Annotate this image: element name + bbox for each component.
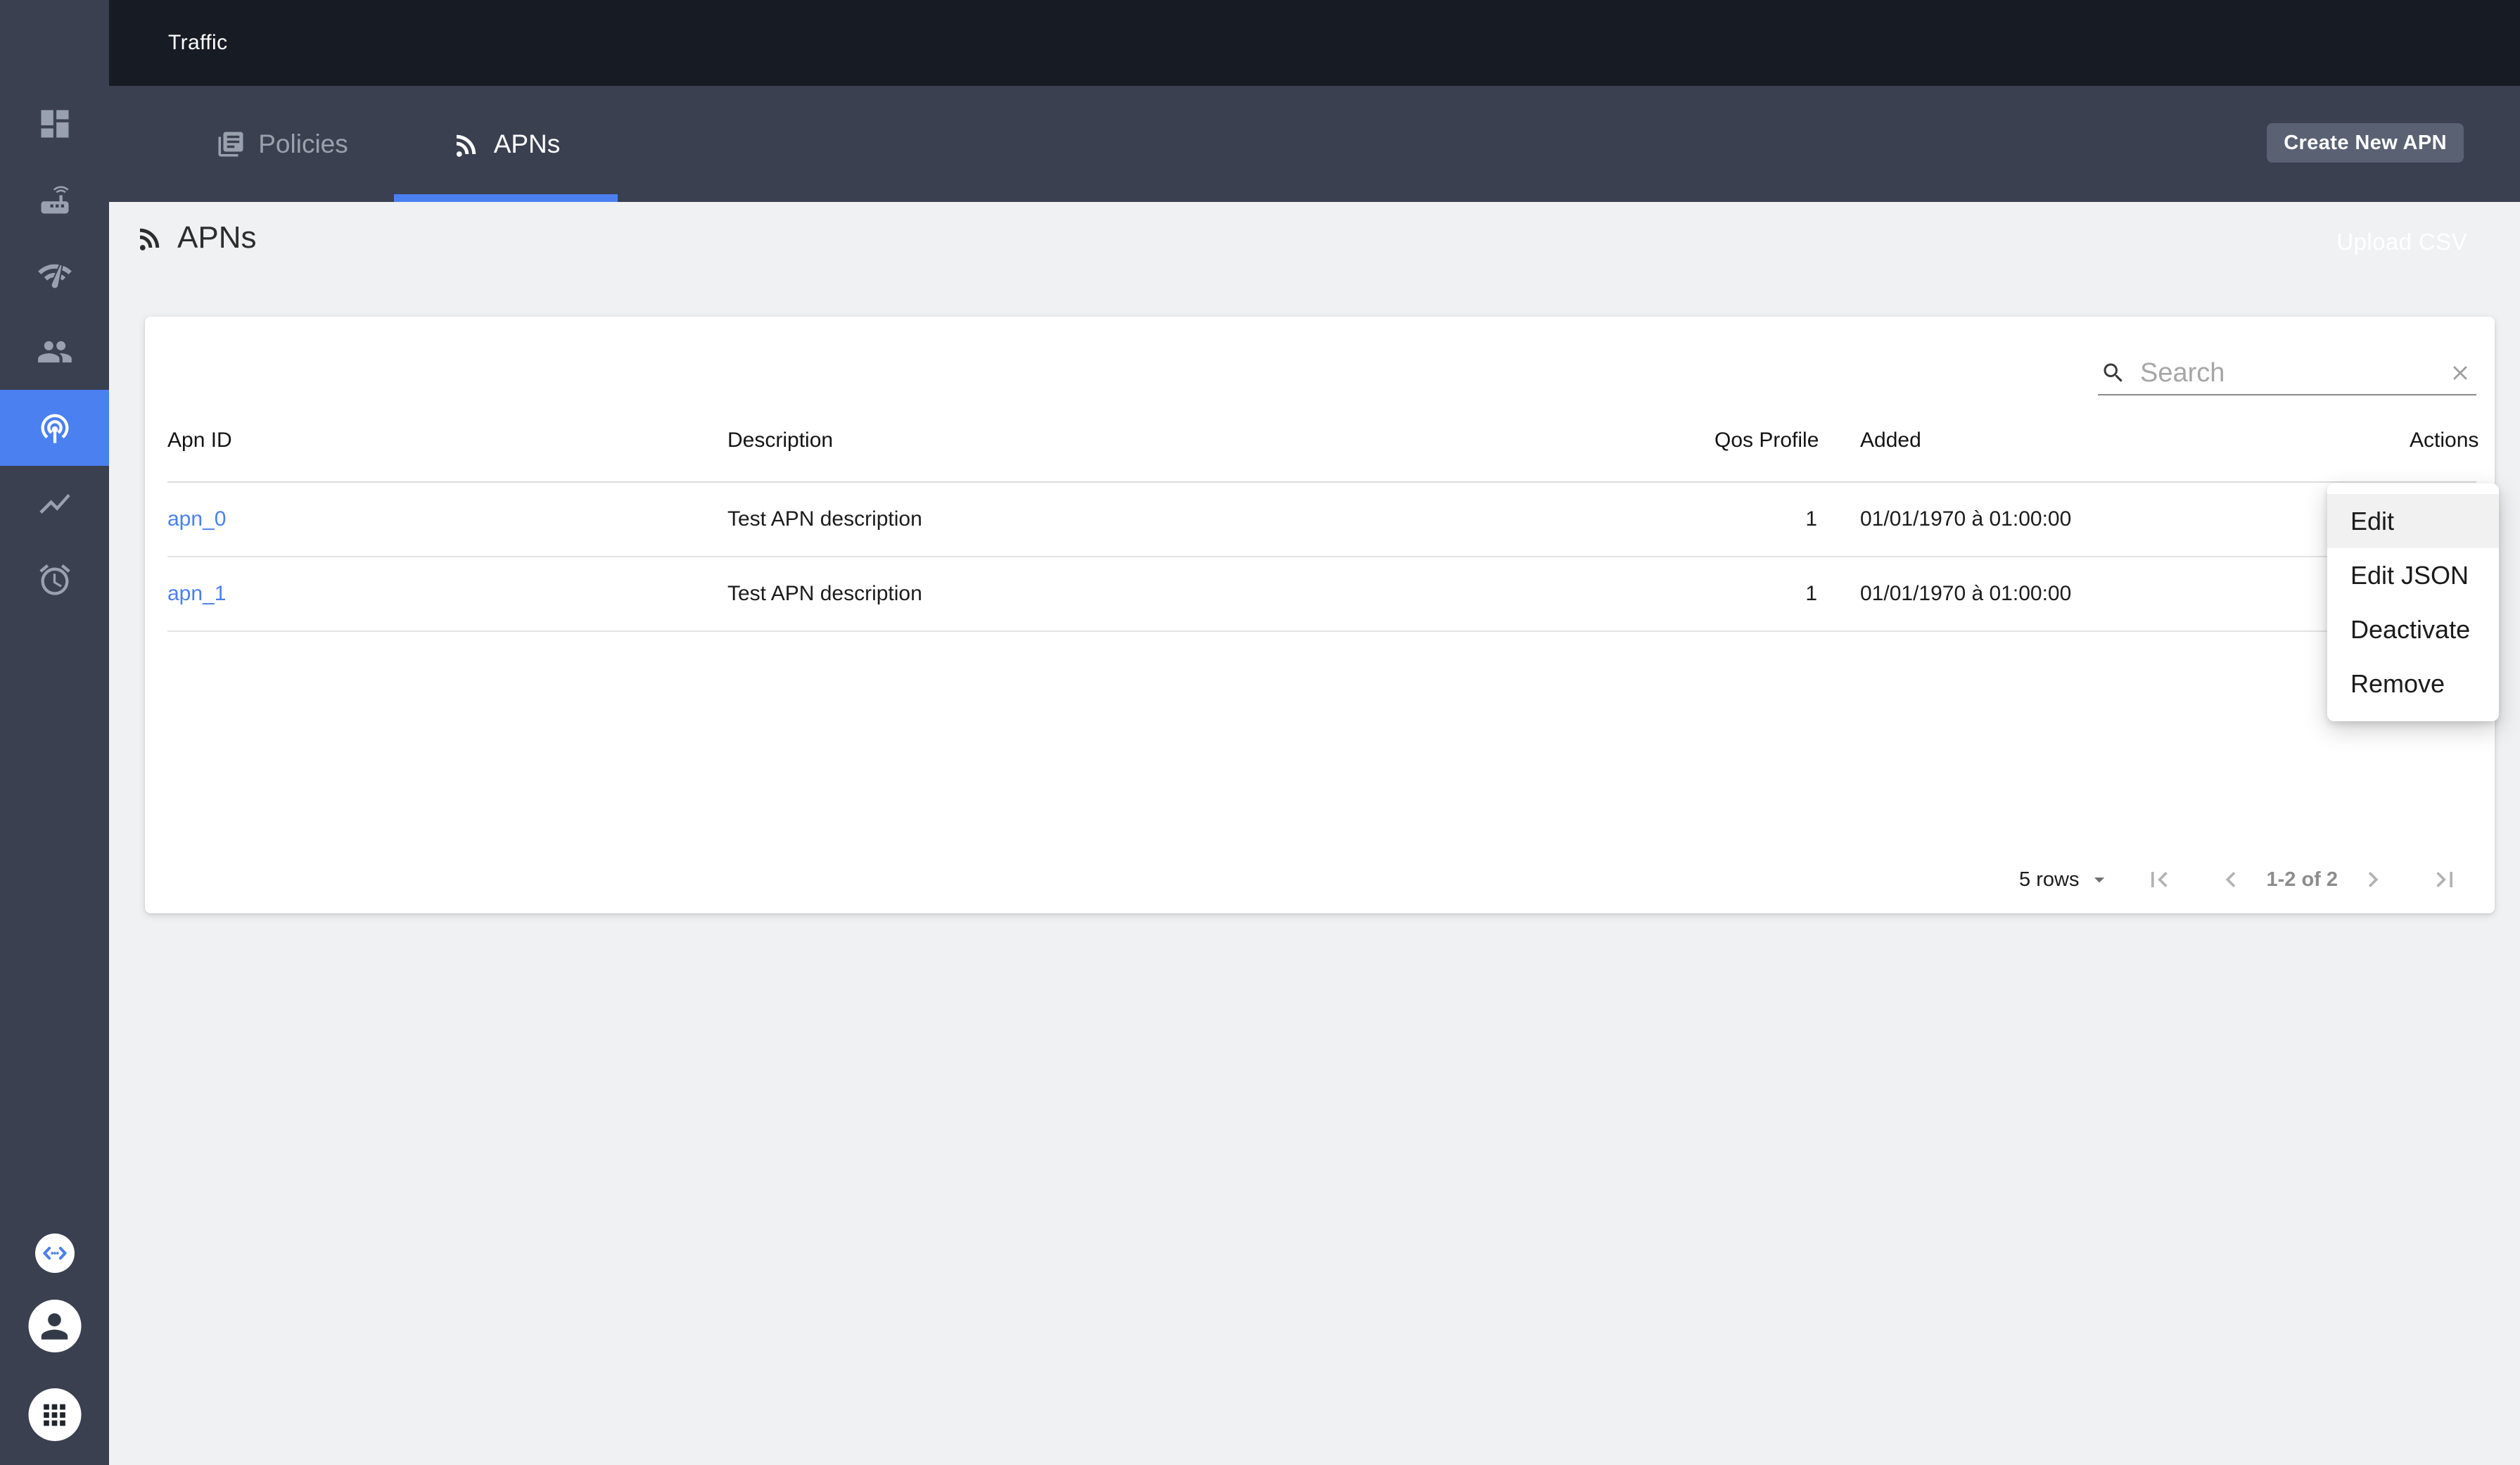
apps-grid-button[interactable] bbox=[28, 1388, 81, 1441]
first-page-button[interactable] bbox=[2144, 864, 2175, 895]
column-header-description: Description bbox=[727, 399, 1714, 483]
subscribers-people-icon bbox=[37, 334, 73, 370]
apn-description: Test APN description bbox=[727, 482, 1714, 557]
apn-added-date: 01/01/1970 à 01:00:00 bbox=[1817, 482, 2410, 557]
tabs: Policies APNs bbox=[170, 86, 2520, 202]
table-row: apn_0 Test APN description 1 01/01/1970 … bbox=[167, 482, 2476, 557]
previous-page-button[interactable] bbox=[2215, 864, 2246, 895]
alarm-clock-icon bbox=[37, 562, 73, 598]
menu-item-edit-json[interactable]: Edit JSON bbox=[2327, 548, 2499, 602]
apns-rss-icon bbox=[452, 129, 481, 159]
dashboard-icon bbox=[37, 106, 73, 142]
rows-per-page-select[interactable]: 5 rows bbox=[2019, 868, 2111, 892]
table-row: apn_1 Test APN description 1 01/01/1970 … bbox=[167, 557, 2476, 632]
account-button[interactable] bbox=[28, 1300, 81, 1352]
menu-item-deactivate[interactable]: Deactivate bbox=[2327, 602, 2499, 657]
page-title: Traffic bbox=[168, 31, 228, 54]
tab-policies-label: Policies bbox=[258, 129, 348, 158]
topbar: Traffic bbox=[109, 0, 2520, 86]
menu-item-remove[interactable]: Remove bbox=[2327, 657, 2499, 711]
first-page-icon bbox=[2144, 864, 2175, 895]
page-heading: APNs bbox=[177, 220, 257, 255]
rss-icon bbox=[135, 223, 165, 253]
account-person-icon bbox=[35, 1307, 75, 1346]
column-header-qos-profile: Qos Profile bbox=[1714, 399, 1819, 483]
search-input[interactable] bbox=[2140, 357, 2448, 388]
sidebar-item-traffic[interactable] bbox=[0, 390, 109, 466]
api-code-icon bbox=[42, 1240, 68, 1267]
apns-table-card: Apn ID Description Qos Profile Added Act… bbox=[145, 317, 2495, 913]
apns-table: Apn ID Description Qos Profile Added Act… bbox=[167, 399, 2478, 632]
sidebar-item-dashboard[interactable] bbox=[0, 86, 109, 162]
next-page-button[interactable] bbox=[2357, 864, 2388, 895]
sidebar-item-metrics[interactable] bbox=[0, 466, 109, 542]
api-docs-button[interactable] bbox=[34, 1233, 75, 1273]
apps-grid-icon bbox=[39, 1399, 71, 1431]
table-header-row: Apn ID Description Qos Profile Added Act… bbox=[167, 399, 2478, 483]
search-icon bbox=[2101, 360, 2126, 386]
page-header: APNs bbox=[135, 220, 256, 255]
sidebar-nav bbox=[0, 86, 109, 618]
network-check-icon bbox=[37, 258, 73, 294]
tabbar: Policies APNs Create New APN bbox=[109, 86, 2520, 202]
sidebar-item-subscribers[interactable] bbox=[0, 314, 109, 390]
apn-added-date: 01/01/1970 à 01:00:00 bbox=[1817, 557, 2410, 632]
tab-apns[interactable]: APNs bbox=[394, 86, 618, 202]
row-actions-menu: Edit Edit JSON Deactivate Remove bbox=[2327, 483, 2499, 721]
apn-qos-profile: 1 bbox=[1714, 482, 1817, 557]
sidebar bbox=[0, 0, 109, 1465]
create-new-apn-button[interactable]: Create New APN bbox=[2267, 123, 2464, 163]
table-pagination: 5 rows 1-2 of 2 bbox=[145, 846, 2495, 913]
last-page-icon bbox=[2429, 864, 2460, 895]
sidebar-item-alerts[interactable] bbox=[0, 542, 109, 618]
chevron-right-icon bbox=[2357, 864, 2388, 895]
dropdown-caret-icon bbox=[2087, 868, 2111, 892]
metrics-chart-icon bbox=[37, 486, 73, 522]
column-header-added: Added bbox=[1817, 399, 2410, 483]
chevron-left-icon bbox=[2215, 864, 2246, 895]
policies-book-icon bbox=[216, 129, 246, 159]
column-header-actions: Actions bbox=[2410, 399, 2478, 483]
apn-description: Test APN description bbox=[727, 557, 1714, 632]
tab-apns-label: APNs bbox=[493, 129, 561, 158]
last-page-button[interactable] bbox=[2429, 864, 2460, 895]
router-icon bbox=[37, 182, 73, 218]
column-header-apn-id: Apn ID bbox=[167, 399, 727, 483]
traffic-tethering-icon bbox=[37, 410, 73, 446]
sidebar-item-network[interactable] bbox=[0, 238, 109, 314]
apn-link[interactable]: apn_0 bbox=[167, 507, 226, 531]
apn-qos-profile: 1 bbox=[1714, 557, 1817, 632]
rows-per-page-label: 5 rows bbox=[2019, 868, 2080, 891]
pagination-range-label: 1-2 of 2 bbox=[2266, 868, 2338, 891]
table-search bbox=[2098, 352, 2476, 395]
upload-csv-button[interactable]: Upload CSV bbox=[2336, 229, 2467, 255]
apn-link[interactable]: apn_1 bbox=[167, 582, 226, 605]
sidebar-item-equipment[interactable] bbox=[0, 162, 109, 238]
menu-item-edit[interactable]: Edit bbox=[2327, 494, 2499, 548]
clear-search-icon[interactable] bbox=[2448, 361, 2472, 385]
content-area: APNs Upload CSV Apn ID Description bbox=[109, 202, 2520, 1465]
tab-policies[interactable]: Policies bbox=[170, 86, 394, 202]
